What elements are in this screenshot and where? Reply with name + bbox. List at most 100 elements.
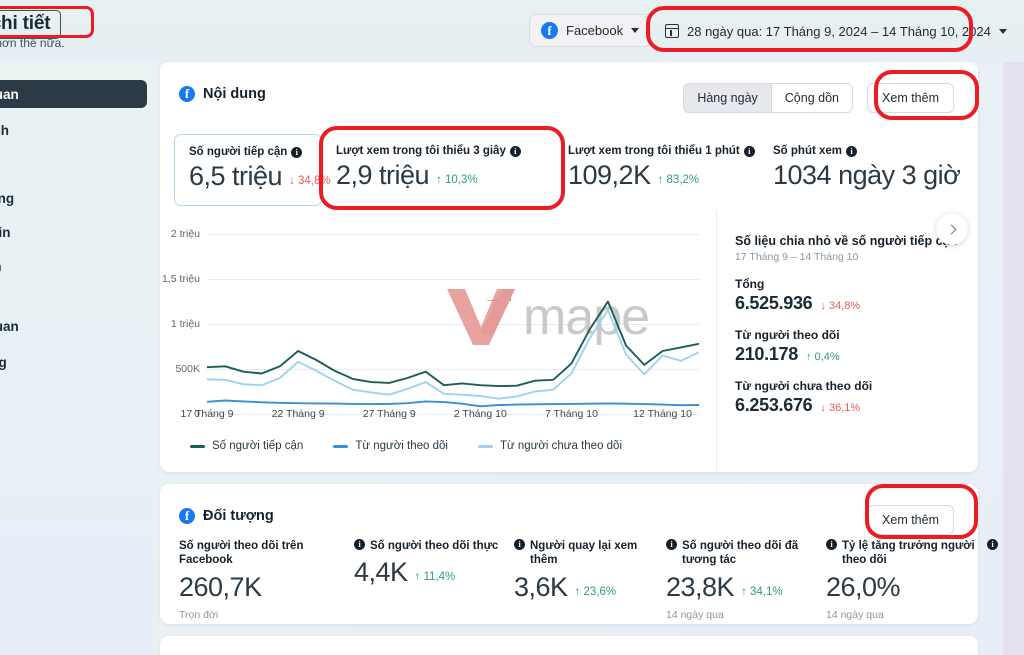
- info-icon[interactable]: i: [291, 147, 302, 158]
- audience-metric-value-row: 4,4K ↑ 11,4%: [354, 557, 514, 588]
- metric-delta: ↑ 10,3%: [436, 174, 478, 191]
- audience-card-header: Đối tượng: [179, 508, 274, 524]
- breakdown-row-value-row: 6.253.676 ↓ 36,1%: [735, 395, 985, 416]
- audience-metric-followers-facebook[interactable]: Số người theo dõi trên Facebook 260,7K T…: [179, 539, 354, 621]
- chart-legend-swatch: [333, 445, 348, 448]
- panel-divider: [716, 210, 717, 472]
- sidebar-item-ket-qua[interactable]: ết quả: [0, 150, 147, 178]
- audience-metric-value: 26,0%: [826, 572, 900, 603]
- facebook-icon: [179, 86, 195, 102]
- metric-card-so-phut-xem[interactable]: Số phút xem i 1034 ngày 3 giờ: [759, 134, 959, 206]
- main-content: Nội dung Hàng ngày Cộng dồn Xem thêm Số …: [160, 62, 1003, 655]
- metric-label-text: Số người tiếp cận: [189, 146, 287, 158]
- audience-metric-footer: Trọn đời: [179, 609, 354, 621]
- audience-metric-label: i Số người theo dõi đã tương tác: [666, 539, 816, 568]
- audience-metric-returning-viewers[interactable]: i Người quay lại xem thêm 3,6K ↑ 23,6%: [514, 539, 666, 621]
- audience-metric-label-text: Tỷ lệ tăng trưởng người theo dõi: [842, 539, 982, 568]
- chart-legend-item[interactable]: Từ người theo dõi: [333, 440, 448, 452]
- sidebar-item-tong-quan-2[interactable]: ổng quan: [0, 312, 147, 340]
- sidebar-item-noi-dung[interactable]: ội dung: [0, 348, 147, 376]
- metric-label: Số phút xem i: [773, 145, 945, 157]
- audience-metric-followers-thuc[interactable]: i Số người theo dõi thực 4,4K ↑ 11,4%: [354, 539, 514, 621]
- sidebar-item-label: ổng quan: [0, 87, 19, 102]
- breakdown-row-delta: ↑ 0,4%: [806, 351, 840, 363]
- platform-selector-label: Facebook: [566, 23, 623, 38]
- sidebar-item-ke-hoach[interactable]: ế hoạch: [0, 116, 147, 144]
- audience-metric-follower-growth-rate[interactable]: i Tỷ lệ tăng trưởng người theo dõi i 26,…: [826, 539, 1011, 621]
- chart-y-tick: 1 triệu: [171, 318, 200, 330]
- sidebar-item-doi-tuong[interactable]: ối tượng: [0, 184, 147, 212]
- breakdown-row-value: 210.178: [735, 344, 798, 365]
- content-view-more-button[interactable]: Xem thêm: [867, 83, 954, 113]
- metric-card-luot-xem-1-phut[interactable]: Lượt xem trong tôi thiểu 1 phút i 109,2K…: [554, 134, 759, 206]
- metric-value-row: 6,5 triệu ↓ 34,8%: [189, 161, 307, 192]
- audience-metric-engaged-followers[interactable]: i Số người theo dõi đã tương tác 23,8K ↑…: [666, 539, 826, 621]
- info-icon[interactable]: i: [987, 539, 998, 550]
- breakdown-row-label: Từ người chưa theo dõi: [735, 379, 985, 393]
- breakdown-row-value-row: 6.525.936 ↓ 34,8%: [735, 293, 985, 314]
- reach-breakdown-panel: Số liệu chia nhỏ về số người tiếp cận 17…: [735, 234, 985, 416]
- chart-y-tick: 1,5 triệu: [162, 273, 200, 285]
- audience-metric-value: 23,8K: [666, 572, 734, 603]
- chart-series-line: [207, 401, 699, 407]
- metric-card-luot-xem-3-giay[interactable]: Lượt xem trong tôi thiểu 3 giây i 2,9 tr…: [322, 134, 554, 206]
- audience-metric-delta: ↑ 23,6%: [575, 586, 617, 603]
- granularity-tabs[interactable]: Hàng ngày Cộng dồn: [683, 83, 853, 113]
- audience-metric-delta: ↑ 11,4%: [415, 571, 456, 588]
- chevron-down-icon: [631, 28, 639, 33]
- chart-lines: [207, 234, 699, 414]
- chevron-down-icon: [999, 29, 1007, 34]
- sidebar-item-label: ổng quan: [0, 319, 19, 334]
- audience-metric-footer: 14 ngày qua: [826, 609, 1011, 621]
- chart-y-tick: 500K: [175, 363, 200, 375]
- audience-metric-label-text: Người quay lại xem thêm: [530, 539, 664, 568]
- sidebar-item-tong-quan[interactable]: ổng quan: [0, 80, 147, 108]
- metric-card-so-nguoi-tiep-can[interactable]: Số người tiếp cận i 6,5 triệu ↓ 34,8%: [174, 134, 322, 206]
- metric-label-text: Lượt xem trong tôi thiểu 3 giây: [336, 145, 506, 157]
- audience-metric-label: i Tỷ lệ tăng trưởng người theo dõi i: [826, 539, 998, 568]
- date-range-selector[interactable]: 28 ngày qua: 17 Tháng 9, 2024 – 14 Tháng…: [655, 16, 1017, 46]
- chart-y-tick: 2 triệu: [171, 228, 200, 240]
- sidebar-item-so-sanh[interactable]: o sánh: [0, 252, 147, 280]
- sidebar-item-label: ế hoạch: [0, 123, 9, 138]
- audience-metric-label: i Người quay lại xem thêm: [514, 539, 664, 568]
- chart-legend-item[interactable]: Số người tiếp cận: [190, 440, 303, 452]
- breakdown-row-tu-nguoi-theo-doi: Từ người theo dõi 210.178 ↑ 0,4%: [735, 328, 985, 365]
- breakdown-subtitle: 17 Tháng 9 – 14 Tháng 10: [735, 251, 985, 263]
- audience-view-more-button[interactable]: Xem thêm: [867, 505, 954, 535]
- sidebar-item-nhan-tin[interactable]: nhắn tin: [0, 218, 147, 246]
- metric-label: Số người tiếp cận i: [189, 146, 307, 158]
- tab-hang-ngay[interactable]: Hàng ngày: [684, 84, 770, 112]
- content-card-title: Nội dung: [203, 86, 266, 102]
- tab-cong-don[interactable]: Cộng dồn: [771, 84, 852, 112]
- chart-series-line: [207, 310, 699, 399]
- metric-delta: ↑ 83,2%: [658, 174, 700, 191]
- metric-value: 6,5 triệu: [189, 161, 282, 192]
- info-icon[interactable]: i: [510, 146, 521, 157]
- chart-legend-swatch: [478, 445, 493, 448]
- right-gutter: [1003, 62, 1024, 655]
- reach-line-chart: 0500K1 triệu1,5 triệu2 triệu 17 Tháng 92…: [160, 222, 715, 472]
- chart-legend-item[interactable]: Từ người chưa theo dõi: [478, 440, 622, 452]
- info-icon[interactable]: i: [354, 539, 365, 550]
- sidebar-item-label: ội dung: [0, 355, 7, 370]
- content-card: Nội dung Hàng ngày Cộng dồn Xem thêm Số …: [160, 62, 978, 472]
- platform-selector[interactable]: Facebook: [529, 14, 651, 47]
- metric-label-text: Lượt xem trong tôi thiểu 1 phút: [568, 145, 740, 157]
- metrics-next-button[interactable]: [936, 213, 968, 245]
- info-icon[interactable]: i: [666, 539, 677, 550]
- top-header-band: tin chi tiết quả và hơn thế nữa. Faceboo…: [0, 0, 1024, 62]
- chart-legend: Số người tiếp cận Từ người theo dõi Từ ngư…: [190, 440, 622, 452]
- metric-label: Lượt xem trong tôi thiểu 3 giây i: [336, 145, 540, 157]
- info-icon[interactable]: i: [846, 146, 857, 157]
- audience-metric-label-text: Số người theo dõi trên Facebook: [179, 539, 329, 568]
- chart-series-line: [207, 302, 699, 387]
- info-icon[interactable]: i: [514, 539, 525, 550]
- sidebar-item-video[interactable]: deo: [0, 410, 147, 438]
- breakdown-row-label: Từ người theo dõi: [735, 328, 985, 342]
- info-icon[interactable]: i: [826, 539, 837, 550]
- audience-card: Đối tượng Xem thêm Số người theo dõi trê…: [160, 484, 978, 624]
- chart-plot-area: 0500K1 triệu1,5 triệu2 triệu: [207, 234, 699, 414]
- info-icon[interactable]: i: [744, 146, 755, 157]
- breakdown-row-tu-nguoi-chua-theo-doi: Từ người chưa theo dõi 6.253.676 ↓ 36,1%: [735, 379, 985, 416]
